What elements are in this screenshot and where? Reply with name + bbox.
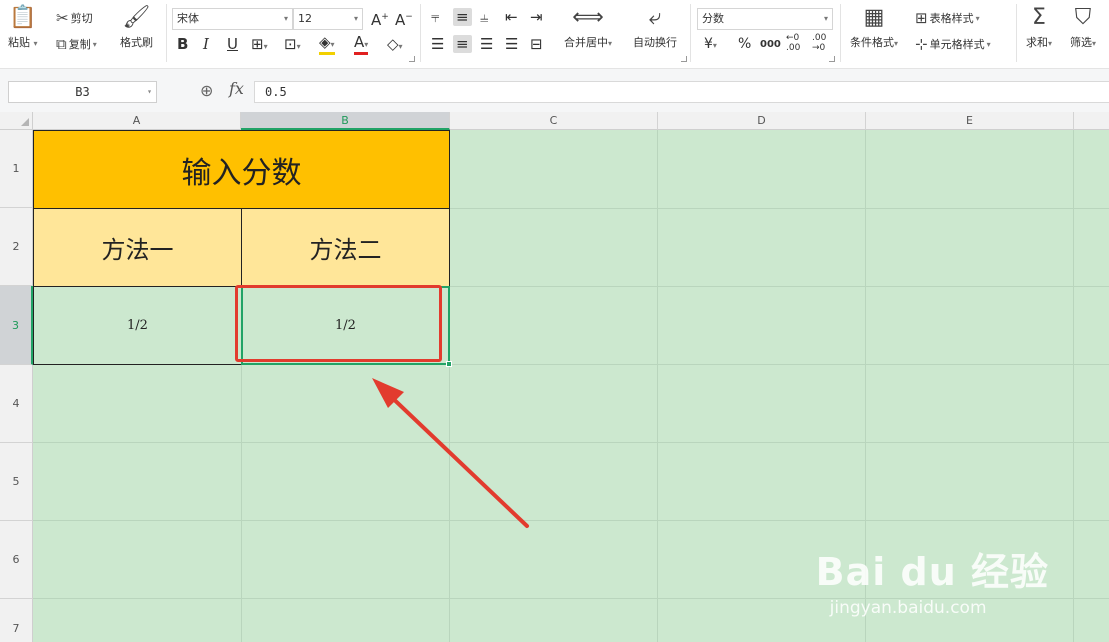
ribbon-toolbar: 📋 粘贴 ▾ ✂ 剪切 ⧉ 复制 ▾ 🖌 格式刷 宋体 ▾ 12 ▾ A+ A−… [0,0,1109,68]
increase-decimal-button[interactable]: ←0 .00 [786,33,804,53]
align-top-icon[interactable]: ⫧ [431,8,439,26]
copy-label: 复制 [68,38,91,51]
chevron-down-icon: ▾ [823,14,828,23]
indent-icon[interactable]: ⇥ [530,8,543,26]
group-divider [840,4,841,62]
justify-icon[interactable]: ☰ [505,35,518,53]
conditional-format-button[interactable]: ▦ 条件格式▾ [850,6,898,50]
scissors-icon: ✂ [56,9,69,27]
font-name-value: 宋体 [177,12,199,25]
table-style-button[interactable]: ⊞ 表格样式 ▾ [915,10,980,26]
group-divider [420,4,421,62]
number-format-value: 分数 [702,12,724,25]
chevron-down-icon: ▾ [975,13,980,23]
paste-button[interactable]: 📋 粘贴 ▾ [8,6,38,50]
fx-icon[interactable]: fx [229,79,244,98]
cell-style-label: 单元格样式 [929,38,985,51]
filter-label: 筛选 [1070,36,1092,49]
chevron-down-icon: ▾ [283,14,288,23]
cell-style-icon: ⊹ [915,35,928,53]
group-divider [166,4,167,62]
dialog-launcher-icon[interactable] [829,56,835,62]
zoom-icon[interactable]: ⊕ [200,81,213,100]
align-bottom-icon[interactable]: ⫨ [480,8,488,26]
auto-wrap-label: 自动换行 [633,36,677,49]
border-icon[interactable]: ⊞▾ [251,35,268,56]
align-middle-icon[interactable]: ≡ [453,8,472,26]
format-painter-button[interactable]: 🖌 格式刷 [120,6,153,50]
clipboard-icon: 📋 [9,5,37,30]
merge-center-label: 合并居中 [564,36,608,49]
copy-icon: ⧉ [56,35,67,53]
cut-button[interactable]: ✂ 剪切 [56,10,93,26]
formula-input[interactable]: 0.5 [254,81,1109,103]
brush-icon: 🖌 [122,5,151,30]
fill-color-icon[interactable]: ◈▾ [319,35,335,55]
distributed-icon[interactable]: ⊟ [530,35,543,53]
font-color-icon[interactable]: A▾ [354,35,369,55]
chevron-down-icon: ▾ [92,39,97,49]
outdent-icon[interactable]: ⇤ [505,8,518,26]
name-box[interactable]: B3 ▾ [8,81,157,103]
cell-style-button[interactable]: ⊹ 单元格样式 ▾ [915,36,991,52]
cell-style-icon[interactable]: ⊡▾ [284,35,301,56]
name-box-value: B3 [75,85,90,99]
italic-button[interactable]: I [203,35,209,53]
align-left-icon[interactable]: ☰ [431,35,444,53]
decrease-decimal-button[interactable]: .00 →0 [812,33,830,53]
filter-button[interactable]: ⛉ 筛选▾ [1070,6,1096,50]
chevron-down-icon: ▾ [147,87,152,96]
wrap-text-icon: ⤶ [648,5,662,30]
baidu-jingyan-watermark: Bai du 经验 jingyan.baidu.com [816,541,1049,618]
sigma-icon: Σ [1032,5,1046,30]
currency-button[interactable]: ¥▾ [704,35,717,55]
dialog-launcher-icon[interactable] [681,56,687,62]
decrease-font-icon[interactable]: A− [395,8,413,29]
chevron-down-icon: ▾ [986,39,991,49]
merge-cells-icon: ⟺ [572,5,604,30]
increase-font-icon[interactable]: A+ [371,8,389,29]
group-divider [1016,4,1017,62]
sum-label: 求和 [1026,36,1048,49]
number-format-select[interactable]: 分数 ▾ [697,8,833,30]
table-style-label: 表格样式 [929,12,974,25]
table-style-icon: ⊞ [915,9,928,27]
auto-wrap-button[interactable]: ⤶ 自动换行 [633,6,677,50]
watermark-url: jingyan.baidu.com [829,598,987,618]
font-size-value: 12 [298,12,312,25]
align-center-icon[interactable]: ≡ [453,35,472,53]
percent-button[interactable]: % [738,35,751,53]
grid-icon: ▦ [863,5,885,30]
baidu-logo: Bai du 经验 [815,550,1049,594]
formula-bar: B3 ▾ ⊕ fx 0.5 [0,68,1109,112]
currency-label: ¥ [704,36,713,52]
format-painter-label: 格式刷 [120,36,153,49]
bold-button[interactable]: B [177,35,188,53]
align-right-icon[interactable]: ☰ [480,35,493,53]
spreadsheet-grid: A B C D E 1 2 3 4 5 6 7 输入分数 方法一 方法二 1/2… [0,112,1109,642]
underline-button[interactable]: U [227,35,238,53]
conditional-format-label: 条件格式 [850,36,894,49]
sum-button[interactable]: Σ 求和▾ [1026,6,1052,50]
copy-button[interactable]: ⧉ 复制 ▾ [56,36,97,52]
dialog-launcher-icon[interactable] [409,56,415,62]
filter-icon: ⛉ [1074,5,1092,30]
font-size-select[interactable]: 12 ▾ [293,8,363,30]
chevron-down-icon: ▾ [353,14,358,23]
paste-label: 粘贴 [8,36,30,49]
cut-label: 剪切 [70,12,93,25]
merge-center-button[interactable]: ⟺ 合并居中▾ [564,6,612,50]
font-name-select[interactable]: 宋体 ▾ [172,8,293,30]
group-divider [690,4,691,62]
thousands-button[interactable]: 000 [760,36,781,54]
clear-format-icon[interactable]: ◇▾ [387,35,403,56]
